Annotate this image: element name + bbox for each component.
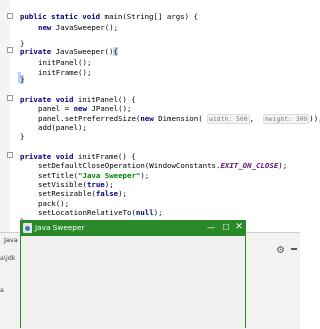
gear-icon[interactable]: ⚙: [276, 245, 285, 256]
minimize-panel-icon[interactable]: [291, 248, 297, 250]
fold-marker-icon[interactable]: [7, 152, 13, 158]
param-hint-height: height: 300: [262, 114, 310, 124]
code-line-19: setLocationRelativeTo(null);: [38, 208, 163, 217]
fold-marker-icon[interactable]: [7, 47, 13, 53]
fold-marker-icon[interactable]: [7, 95, 13, 101]
window-content-panel[interactable]: [21, 236, 245, 328]
matched-brace: {: [113, 47, 118, 56]
code-line-6: initFrame();: [38, 68, 92, 77]
run-tab-label[interactable]: Java: [4, 236, 18, 244]
maximize-button[interactable]: ☐: [219, 221, 233, 234]
code-line-2: new JavaSweeper();: [38, 23, 119, 32]
editor-gutter: [0, 0, 13, 244]
close-button[interactable]: ✕: [232, 221, 246, 234]
console-output: a\jdk: [0, 255, 16, 262]
code-line-7: }: [20, 75, 25, 84]
code-editor[interactable]: public static void main(String[] args) {…: [0, 0, 320, 244]
code-line-12: }: [20, 132, 25, 141]
code-line-1: public static void main(String[] args) {: [20, 12, 198, 21]
fold-marker-icon[interactable]: [7, 13, 13, 19]
code-line-4: private JavaSweeper(){: [20, 47, 118, 56]
console-output: a: [0, 287, 4, 294]
window-title: Java Sweeper: [35, 223, 85, 232]
java-sweeper-window[interactable]: Java Sweeper — ☐ ✕: [20, 220, 246, 328]
java-app-icon: [23, 223, 32, 233]
code-line-11: add(panel);: [38, 123, 87, 132]
param-hint-width: width: 500: [207, 114, 250, 124]
window-titlebar[interactable]: Java Sweeper — ☐ ✕: [20, 220, 246, 236]
minimize-button[interactable]: —: [204, 221, 218, 234]
